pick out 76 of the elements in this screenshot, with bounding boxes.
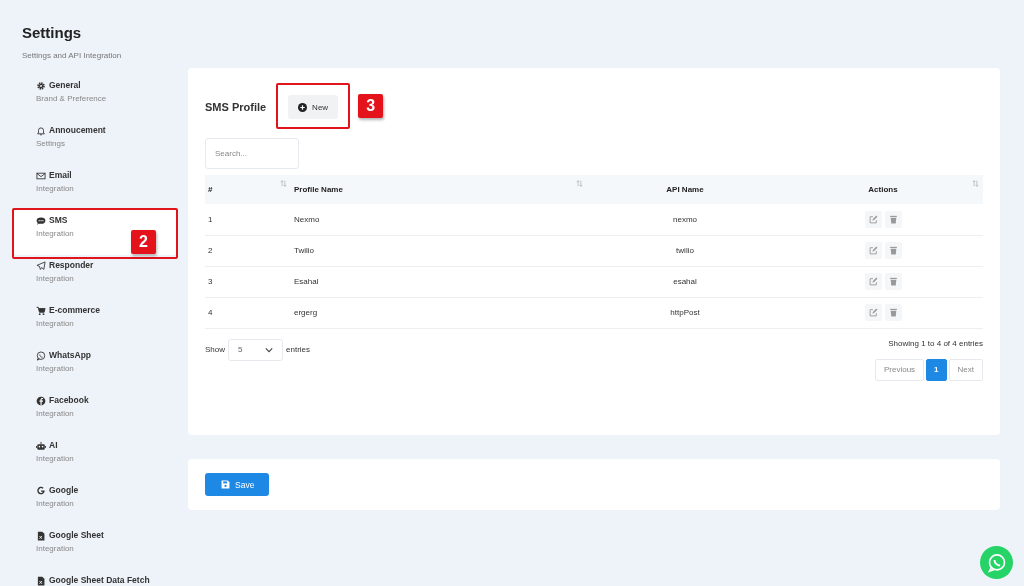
bell-icon [36,125,46,136]
next-button[interactable]: Next [948,358,983,381]
plus-circle-icon [298,102,308,112]
google-icon [36,485,46,496]
delete-button[interactable] [884,210,902,228]
edit-icon [868,214,878,224]
edit-button[interactable] [864,304,882,321]
chevron-down-icon [265,346,273,353]
trash-icon [888,277,898,286]
table-cell: httpPost [587,297,783,328]
table-cell: Nexmo [291,204,587,235]
column-header[interactable]: Actions [783,175,983,204]
entries-label: entries [286,345,311,354]
column-header[interactable]: # [205,175,291,204]
column-header[interactable]: Profile Name [291,175,587,204]
spreadsheet-icon [36,575,46,586]
section-title: SMS Profile [205,101,267,113]
sidebar-item[interactable]: Google Integration [14,480,176,525]
save-button[interactable]: Save [205,473,270,496]
sort-icon [280,180,287,187]
delete-button[interactable] [884,273,902,290]
cart-icon [36,305,46,316]
sidebar-item[interactable]: Facebook Integration [14,390,176,435]
page-title: Settings [22,24,83,42]
facebook-icon [36,395,46,406]
chat-icon [36,215,46,226]
annotation-badge: 3 [358,94,384,118]
page-button[interactable]: 1 [926,358,947,381]
trash-icon [888,214,898,224]
sidebar-item[interactable]: General Brand & Preference [14,75,176,120]
sidebar-item[interactable]: E-commerce Integration [14,300,176,345]
edit-icon [868,246,878,255]
page-subtitle: Settings and API Integration [22,51,123,60]
entries-select[interactable]: 5 [228,338,283,361]
column-header[interactable]: API Name [587,175,783,204]
whatsapp-icon [36,350,46,361]
show-label: Show [205,345,225,354]
envelope-icon [36,170,46,181]
previous-button[interactable]: Previous [874,358,925,381]
delete-button[interactable] [884,304,902,321]
sidebar-item[interactable]: WhatsApp Integration [14,345,176,390]
edit-button[interactable] [864,273,882,290]
table-cell: ergerg [291,297,587,328]
sidebar-item[interactable]: Responder Integration [14,255,176,300]
table-cell: esahal [587,266,783,297]
edit-button[interactable] [864,242,882,259]
table-cell: twilio [587,235,783,266]
edit-icon [868,277,878,286]
table-cell: 2 [205,235,291,266]
table-cell: 3 [205,266,291,297]
trash-icon [888,246,898,255]
sidebar-item[interactable]: Google Sheet Data Fetch [14,570,176,586]
search-field[interactable]: Search... [205,138,299,169]
sidebar-item[interactable]: Annoucement Settings [14,120,176,165]
gear-icon [36,80,46,91]
new-button[interactable]: New [288,95,339,119]
edit-button[interactable] [864,210,882,228]
paper-plane-icon [36,260,46,271]
sidebar-item[interactable]: AI Integration [14,435,176,480]
table-cell: 1 [205,204,291,235]
sort-icon [972,180,979,187]
table-cell: nexmo [587,204,783,235]
trash-icon [888,308,898,317]
edit-icon [868,308,878,317]
table-cell: 4 [205,297,291,328]
whatsapp-icon [986,552,1007,573]
delete-button[interactable] [884,242,902,259]
sort-icon [576,180,583,187]
table-cell: Esahal [291,266,587,297]
table-cell: Twilio [291,235,587,266]
sidebar-item[interactable]: Email Integration [14,165,176,210]
table-info: Showing 1 to 4 of 4 entries [888,338,983,348]
sidebar-item[interactable]: Google Sheet Integration [14,525,176,570]
spreadsheet-icon [36,530,46,541]
chat-button[interactable] [980,546,1013,579]
annotation-badge: 2 [131,230,156,254]
